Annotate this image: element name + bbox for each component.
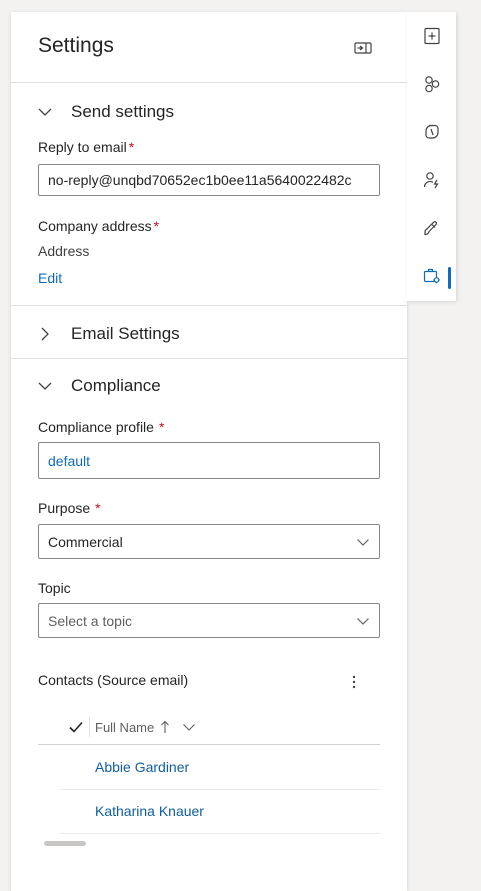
rail-personalization-button[interactable] xyxy=(407,160,456,200)
add-section-icon xyxy=(423,27,440,45)
purpose-label-text: Purpose xyxy=(38,500,91,516)
contact-name-link[interactable]: Katharina Knauer xyxy=(95,803,204,819)
design-paintbrush-icon xyxy=(423,221,437,236)
rail-copilot-button[interactable] xyxy=(407,112,456,152)
rail-add-section-button[interactable] xyxy=(407,16,456,56)
elements-icon xyxy=(424,76,439,93)
section-divider xyxy=(11,358,407,359)
grid-header: Full Name xyxy=(38,709,380,745)
edit-address-link[interactable]: Edit xyxy=(38,270,62,286)
chevron-down-icon xyxy=(183,724,196,731)
more-options-button[interactable] xyxy=(344,672,364,692)
required-marker: * xyxy=(158,419,165,435)
topic-dropdown[interactable]: Select a topic xyxy=(38,603,380,638)
sort-ascending-icon xyxy=(161,720,170,733)
purpose-dropdown[interactable]: Commercial xyxy=(38,524,380,559)
panel-title: Settings xyxy=(38,34,114,57)
section-email-settings-label: Email Settings xyxy=(71,324,180,343)
company-address-value: Address xyxy=(38,243,90,259)
select-all-checkmark-icon[interactable] xyxy=(68,719,84,735)
purpose-value: Commercial xyxy=(48,533,123,550)
chevron-down-icon xyxy=(38,382,52,390)
tool-rail xyxy=(407,12,456,301)
chevron-down-icon xyxy=(357,618,369,625)
horizontal-scrollbar[interactable] xyxy=(44,841,86,846)
active-indicator xyxy=(448,267,451,289)
contacts-grid-title: Contacts (Source email) xyxy=(38,672,189,688)
column-header-label: Full Name xyxy=(95,719,155,735)
chevron-down-icon xyxy=(357,539,369,546)
compliance-profile-label: Compliance profile * xyxy=(38,419,164,435)
required-marker: * xyxy=(128,139,135,155)
collapse-panel-icon xyxy=(354,42,372,54)
more-vertical-icon xyxy=(352,675,356,689)
company-address-label-text: Company address xyxy=(38,218,152,234)
reply-to-email-label: Reply to email * xyxy=(38,139,134,155)
compliance-profile-lookup[interactable]: default xyxy=(38,442,380,479)
collapse-panel-button[interactable] xyxy=(351,38,375,58)
required-marker: * xyxy=(95,500,101,516)
section-send-settings-label: Send settings xyxy=(71,102,175,121)
compliance-profile-label-text: Compliance profile xyxy=(38,419,154,435)
chevron-right-icon xyxy=(41,327,49,341)
contact-name-link[interactable]: Abbie Gardiner xyxy=(95,759,189,775)
compliance-profile-value[interactable]: default xyxy=(48,453,90,469)
section-divider xyxy=(11,305,407,306)
settings-icon xyxy=(423,268,440,284)
rail-elements-button[interactable] xyxy=(407,64,456,104)
required-marker: * xyxy=(153,218,160,234)
section-send-settings[interactable]: Send settings xyxy=(11,94,407,130)
table-row[interactable]: Abbie Gardiner xyxy=(60,746,380,790)
reply-to-email-input[interactable]: no-reply@unqbd70652ec1b0ee11a5640022482c xyxy=(38,164,380,196)
personalization-icon xyxy=(423,172,439,189)
settings-panel: Settings Send settings Reply to email * n… xyxy=(11,12,407,891)
topic-placeholder: Select a topic xyxy=(48,612,133,629)
column-separator xyxy=(89,717,90,737)
column-header-full-name[interactable]: Full Name xyxy=(95,709,196,745)
copilot-icon xyxy=(424,124,439,139)
purpose-label: Purpose * xyxy=(38,500,101,516)
rail-design-button[interactable] xyxy=(407,208,456,248)
section-email-settings[interactable]: Email Settings xyxy=(11,316,407,352)
table-row[interactable]: Katharina Knauer xyxy=(60,790,380,834)
section-compliance[interactable]: Compliance xyxy=(11,368,407,404)
section-compliance-label: Compliance xyxy=(71,376,161,395)
reply-to-email-value: no-reply@unqbd70652ec1b0ee11a5640022482c xyxy=(48,172,352,188)
header-divider xyxy=(11,82,407,83)
chevron-down-icon xyxy=(38,108,52,116)
company-address-label: Company address * xyxy=(38,218,159,234)
reply-to-email-label-text: Reply to email xyxy=(38,139,127,155)
topic-label: Topic xyxy=(38,580,71,596)
